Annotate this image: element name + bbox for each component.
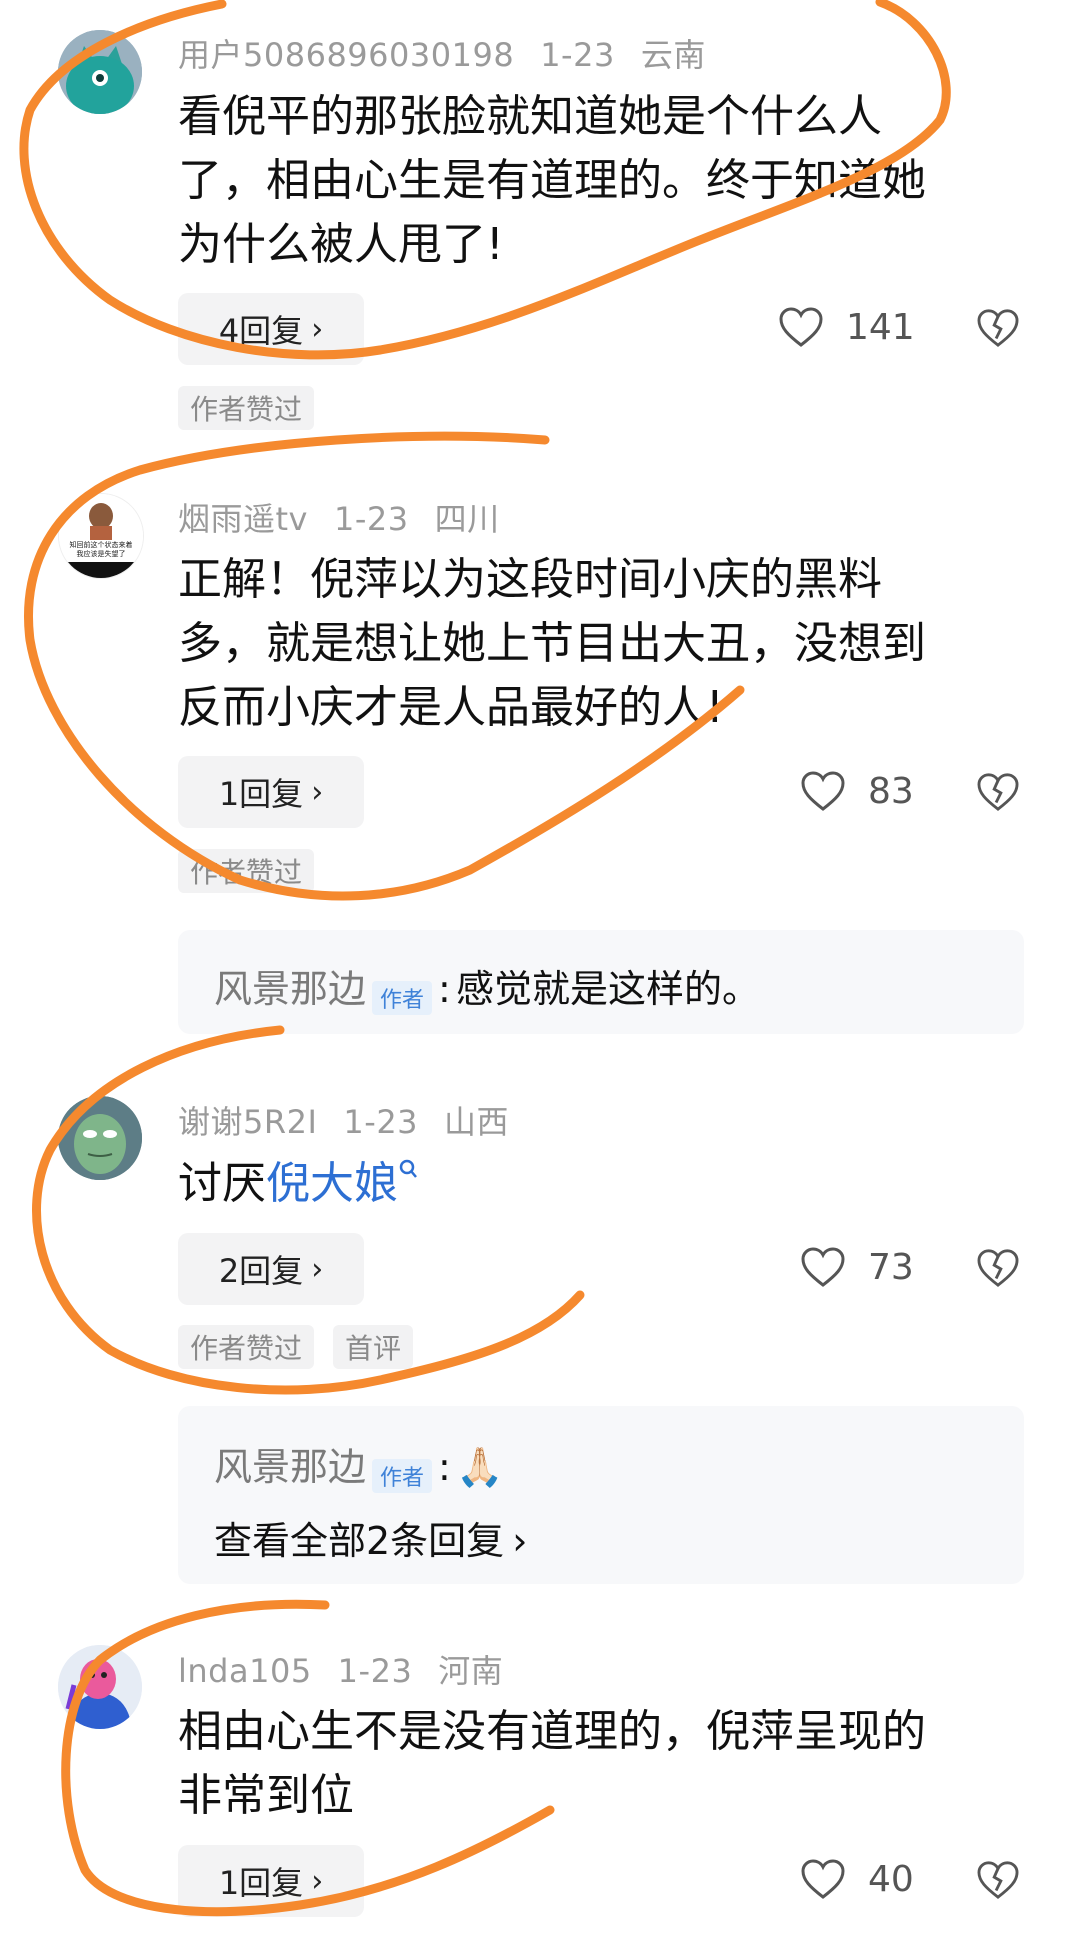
comment-text[interactable]: 看倪平的那张脸就知道她是个什么人 了，相由心生是有道理的。终于知道她 为什么被人… <box>178 85 1018 277</box>
reply-count-label: 2回复 <box>218 1252 304 1290</box>
view-all-replies-label: 查看全部2条回复 <box>214 1519 505 1563</box>
comment-date: 1-23 <box>334 500 409 538</box>
comment-meta: lnda105 1-23 河南 <box>178 1646 529 1692</box>
author-liked-tag: 作者赞过 <box>178 386 315 430</box>
view-replies-button[interactable]: 1回复 › <box>178 756 364 828</box>
chevron-right-icon: › <box>311 1251 324 1287</box>
search-keyword-link[interactable]: 倪大娘 <box>266 1158 398 1209</box>
avatar-caption: 知回前这个状态来着 我应该是失望了 <box>59 541 143 559</box>
reply-author-name[interactable]: 风景那边 <box>214 1445 366 1489</box>
comment-line: 看倪平的那张脸就知道她是个什么人 <box>178 91 882 142</box>
view-replies-button[interactable]: 2回复 › <box>178 1233 364 1305</box>
reply-count-label: 1回复 <box>218 1864 304 1902</box>
like-button[interactable]: 40 <box>800 1858 914 1900</box>
chevron-right-icon: › <box>311 1863 324 1899</box>
comment-line: 多，就是想让她上节目出大丑，没想到 <box>178 618 926 669</box>
sub-reply-box[interactable]: 风景那边 作者: 🙏🏻 查看全部2条回复 › <box>178 1406 1024 1584</box>
search-icon[interactable] <box>398 1158 420 1184</box>
comment-meta: 用户5086896030198 1-23 云南 <box>178 30 732 76</box>
comment-date: 1-23 <box>337 1652 413 1690</box>
avatar-image <box>59 494 143 578</box>
heart-outline-icon <box>801 1247 845 1287</box>
view-replies-button[interactable]: 1回复 › <box>178 1845 364 1917</box>
avatar-image <box>58 1645 142 1729</box>
dislike-button[interactable] <box>976 1248 1020 1292</box>
reply-author-name[interactable]: 风景那边 <box>214 967 366 1011</box>
avatar-image <box>58 1096 142 1180</box>
reply-separator: : <box>438 967 451 1011</box>
avatar[interactable] <box>58 1645 142 1729</box>
comment-text[interactable]: 讨厌倪大娘 <box>178 1152 1018 1216</box>
chevron-right-icon: › <box>311 774 324 810</box>
avatar-image <box>58 30 142 114</box>
comment-text[interactable]: 正解！倪萍以为这段时间小庆的黑料 多，就是想让她上节目出大丑，没想到 反而小庆才… <box>178 548 1018 740</box>
comment-text[interactable]: 相由心生不是没有道理的，倪萍呈现的 非常到位 <box>178 1700 1018 1828</box>
comment-line: 了，相由心生是有道理的。终于知道她 <box>178 155 926 206</box>
broken-heart-icon <box>977 773 1019 811</box>
reply-separator: : <box>438 1445 451 1489</box>
comment-location: 云南 <box>640 36 706 74</box>
avatar[interactable] <box>58 30 142 114</box>
username[interactable]: 谢谢5R2I <box>178 1103 317 1141</box>
author-badge: 作者 <box>372 1458 433 1493</box>
comment-location: 河南 <box>438 1652 504 1690</box>
comment-date: 1-23 <box>540 36 615 74</box>
author-liked-tag: 作者赞过 <box>178 1325 315 1369</box>
like-count: 40 <box>868 1858 914 1900</box>
dislike-button[interactable] <box>976 772 1020 816</box>
like-count: 73 <box>868 1246 914 1288</box>
avatar[interactable] <box>58 1096 142 1180</box>
reply-count-label: 4回复 <box>218 312 304 350</box>
like-button[interactable]: 83 <box>800 770 914 812</box>
broken-heart-icon <box>977 1861 1019 1899</box>
first-comment-tag: 首评 <box>333 1325 414 1369</box>
comment-line: 反而小庆才是人品最好的人! <box>178 682 724 733</box>
dislike-button[interactable] <box>976 308 1020 352</box>
sub-reply-box[interactable]: 风景那边 作者: 感觉就是这样的。 <box>178 930 1024 1034</box>
dislike-button[interactable] <box>976 1860 1020 1904</box>
comment-meta: 谢谢5R2I 1-23 山西 <box>178 1097 535 1143</box>
author-liked-tag: 作者赞过 <box>178 849 315 893</box>
sub-reply: 风景那边 作者: 感觉就是这样的。 <box>214 958 760 1015</box>
like-button[interactable]: 73 <box>800 1246 914 1288</box>
heart-outline-icon <box>801 771 845 811</box>
like-count: 141 <box>846 306 915 348</box>
view-all-replies-link[interactable]: 查看全部2条回复 › <box>214 1510 527 1565</box>
avatar-caption-line: 知回前这个状态来着 <box>69 541 133 549</box>
comment-date: 1-23 <box>343 1103 419 1141</box>
comment-location: 四川 <box>434 500 500 538</box>
comment-line: 为什么被人甩了! <box>178 219 504 270</box>
comment-line: 正解！倪萍以为这段时间小庆的黑料 <box>178 554 882 605</box>
comment-location: 山西 <box>444 1103 510 1141</box>
comment-meta: 烟雨遥tv 1-23 四川 <box>178 494 526 540</box>
username[interactable]: 用户5086896030198 <box>178 36 514 74</box>
avatar[interactable]: 知回前这个状态来着 我应该是失望了 <box>58 493 144 579</box>
comment-line: 非常到位 <box>178 1770 354 1821</box>
username[interactable]: 烟雨遥tv <box>178 500 308 538</box>
broken-heart-icon <box>977 309 1019 347</box>
avatar-caption-line: 我应该是失望了 <box>76 550 126 558</box>
sub-reply: 风景那边 作者: 🙏🏻 <box>214 1436 503 1493</box>
reply-count-label: 1回复 <box>218 775 304 813</box>
comment-text-prefix: 讨厌 <box>178 1158 266 1209</box>
like-count: 83 <box>868 770 914 812</box>
broken-heart-icon <box>977 1249 1019 1287</box>
heart-outline-icon <box>779 307 823 347</box>
view-replies-button[interactable]: 4回复 › <box>178 293 364 365</box>
username[interactable]: lnda105 <box>178 1652 312 1690</box>
comment-line: 相由心生不是没有道理的，倪萍呈现的 <box>178 1706 926 1757</box>
author-badge: 作者 <box>372 980 433 1015</box>
chevron-right-icon: › <box>512 1519 528 1563</box>
praying-hands-emoji: 🙏🏻 <box>455 1445 504 1489</box>
reply-text: 感觉就是这样的。 <box>455 967 760 1011</box>
chevron-right-icon: › <box>311 311 324 347</box>
like-button[interactable]: 141 <box>778 306 915 348</box>
heart-outline-icon <box>801 1859 845 1899</box>
